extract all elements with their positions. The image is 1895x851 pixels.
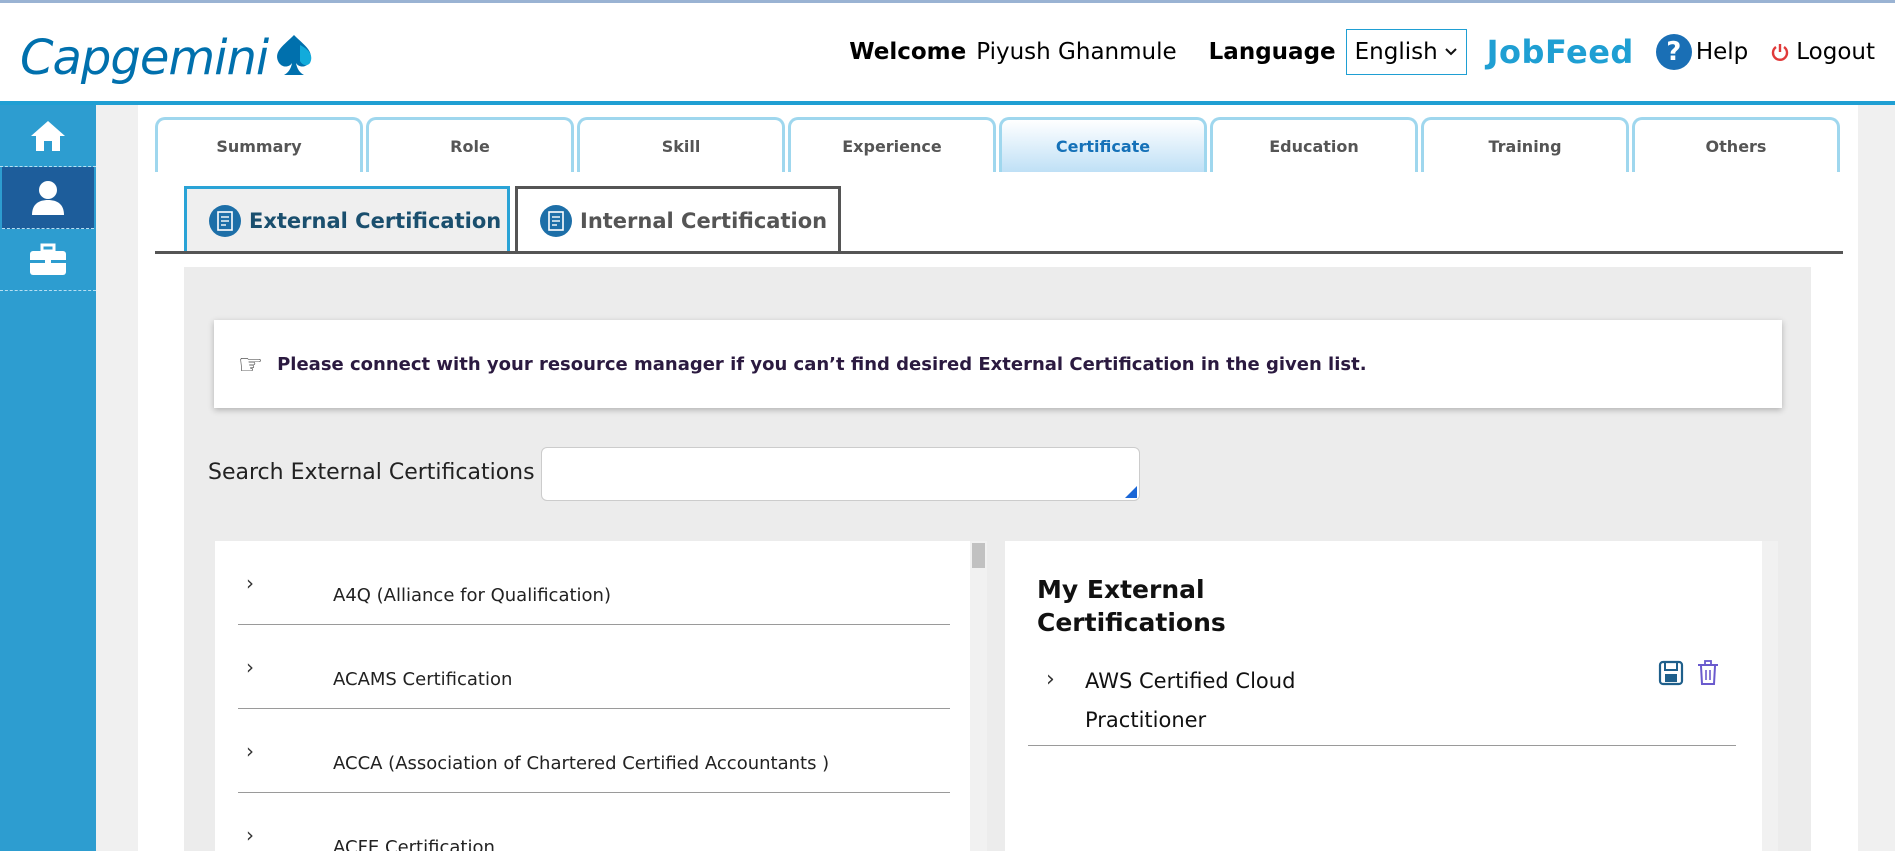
cert-name: ACAMS Certification	[333, 669, 513, 690]
tab-certificate[interactable]: Certificate	[999, 117, 1207, 172]
certificate-icon	[540, 205, 572, 237]
chevron-right-icon: ›	[246, 738, 254, 763]
certification-list: › A4Q (Alliance for Qualification) › ACA…	[215, 541, 987, 851]
tab-others[interactable]: Others	[1632, 117, 1840, 172]
spade-logo-icon	[277, 35, 312, 75]
chevron-down-icon	[1444, 48, 1457, 56]
my-certifications-title: My External Certifications	[1037, 575, 1226, 637]
cert-name: ACFE Certification	[333, 837, 495, 851]
logout-link[interactable]: Logout	[1770, 39, 1875, 65]
jobfeed-link[interactable]: JobFeed	[1487, 33, 1634, 71]
pointing-hand-icon: ☞	[238, 347, 264, 381]
certificate-icon	[209, 205, 241, 237]
chevron-right-icon[interactable]: ›	[1046, 667, 1055, 692]
sidebar-item-profile[interactable]	[2, 167, 94, 229]
my-certifications-scrollbar[interactable]	[1762, 541, 1778, 851]
right-gutter	[1858, 105, 1895, 851]
user-name: Piyush Ghanmule	[976, 39, 1177, 65]
language-value: English	[1354, 39, 1438, 65]
tab-training[interactable]: Training	[1421, 117, 1629, 172]
list-item[interactable]: › ACCA (Association of Chartered Certifi…	[238, 709, 950, 793]
home-icon	[31, 120, 65, 151]
chevron-right-icon: ›	[246, 822, 254, 847]
search-input[interactable]	[541, 447, 1140, 501]
subtab-internal-certification[interactable]: Internal Certification	[515, 186, 841, 253]
trash-icon[interactable]	[1696, 660, 1720, 686]
power-icon	[1772, 44, 1789, 61]
info-notice: ☞ Please connect with your resource mana…	[214, 320, 1782, 408]
notice-text: Please connect with your resource manage…	[277, 353, 1367, 375]
tab-role[interactable]: Role	[366, 117, 574, 172]
chevron-right-icon: ›	[246, 654, 254, 679]
sidebar-item-jobs[interactable]	[0, 229, 96, 291]
profile-tabs: Summary Role Skill Experience Certificat…	[155, 117, 1843, 172]
chevron-right-icon: ›	[246, 570, 254, 595]
subtabs-divider	[155, 251, 1843, 254]
app-header: Capgemini Welcome Piyush Ghanmule Langua…	[0, 3, 1895, 105]
search-label: Search External Certifications	[208, 460, 535, 485]
capgemini-logo[interactable]: Capgemini	[20, 27, 318, 89]
language-label: Language	[1208, 39, 1336, 65]
my-cert-item: › AWS Certified Cloud Practitioner	[1028, 655, 1736, 746]
sidebar-item-home[interactable]	[0, 105, 96, 167]
logout-label: Logout	[1796, 39, 1875, 65]
tab-experience[interactable]: Experience	[788, 117, 996, 172]
language-select[interactable]: English	[1345, 29, 1467, 75]
tab-skill[interactable]: Skill	[577, 117, 785, 172]
subtab-external-certification[interactable]: External Certification	[184, 186, 510, 253]
briefcase-icon	[30, 243, 66, 275]
save-icon[interactable]	[1658, 660, 1684, 686]
header-right: Welcome Piyush Ghanmule Language English…	[849, 27, 1875, 77]
tab-education[interactable]: Education	[1210, 117, 1418, 172]
list-item[interactable]: › ACFE Certification	[238, 793, 950, 851]
help-label: Help	[1695, 39, 1749, 65]
list-item[interactable]: › A4Q (Alliance for Qualification)	[238, 541, 950, 625]
cert-name: ACCA (Association of Chartered Certified…	[333, 753, 830, 774]
logo-text: Capgemini	[20, 30, 269, 86]
list-scrollbar[interactable]	[970, 541, 987, 851]
sidebar	[0, 105, 96, 851]
left-gutter	[96, 105, 138, 851]
tab-summary[interactable]: Summary	[155, 117, 363, 172]
my-cert-actions	[1658, 660, 1720, 686]
scroll-thumb[interactable]	[972, 543, 985, 568]
user-icon	[32, 180, 64, 215]
cert-name: A4Q (Alliance for Qualification)	[333, 585, 611, 606]
subtab-label: External Certification	[249, 209, 502, 233]
subtab-label: Internal Certification	[580, 209, 828, 233]
welcome-label: Welcome	[849, 39, 967, 65]
help-link[interactable]: ? Help	[1655, 34, 1749, 70]
question-icon: ?	[1655, 34, 1692, 70]
list-item[interactable]: › ACAMS Certification	[238, 625, 950, 709]
my-cert-name: AWS Certified Cloud Practitioner	[1085, 669, 1296, 732]
